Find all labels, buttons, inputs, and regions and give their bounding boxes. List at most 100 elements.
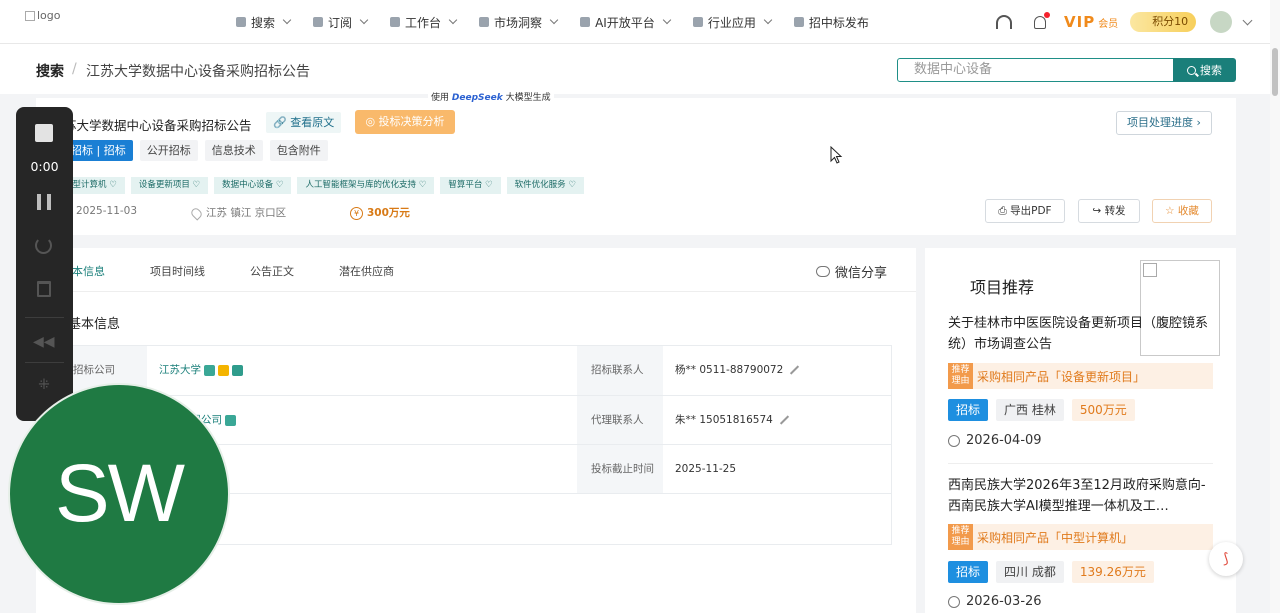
- pdf-icon[interactable]: ⟆: [1209, 542, 1243, 576]
- logo[interactable]: logo: [25, 9, 61, 22]
- chevron-down-icon: [662, 15, 672, 25]
- reason-label: 推荐理由: [948, 363, 973, 389]
- nav-item-industry[interactable]: 行业应用: [692, 14, 773, 31]
- tab-suppliers[interactable]: 潜在供应商: [339, 263, 394, 279]
- project-progress-label: 项目处理进度: [1127, 116, 1194, 129]
- recommend-item-title[interactable]: 西南民族大学2026年3至12月政府采购意向-西南民族大学AI模型推理一体机及工…: [948, 475, 1218, 517]
- avatar[interactable]: [1210, 11, 1233, 33]
- recommend-item-title[interactable]: 关于桂林市中医医院设备更新项目（腹腔镜系统）市场调查公告: [948, 313, 1218, 355]
- project-progress-button[interactable]: 项目处理进度 ›: [1116, 111, 1212, 135]
- favorite-button[interactable]: ☆ 收藏: [1152, 199, 1212, 223]
- keyword-tag[interactable]: 数据中心设备 ♡: [214, 177, 292, 194]
- cursor-icon: [830, 145, 844, 166]
- nav-item-workbench[interactable]: 工作台: [390, 14, 458, 31]
- rewind-icon[interactable]: ◀◀: [33, 335, 55, 349]
- search-button[interactable]: 搜索: [1173, 58, 1236, 82]
- value-tenderer: 江苏大学: [147, 346, 577, 395]
- wechat-share-button[interactable]: 微信分享: [816, 262, 887, 281]
- value-agency-contact: 朱** 15051816574: [663, 395, 891, 444]
- recorder-toolbar: 0:00 ◀◀ ⁜: [16, 107, 73, 421]
- deepseek-suffix: 大模型生成: [505, 93, 551, 103]
- recommend-tags: 招标 四川 成都 139.26万元: [948, 561, 1154, 583]
- search-button-label: 搜索: [1200, 64, 1222, 77]
- tag-type: 招标 | 招标: [64, 140, 133, 161]
- keyword-tag[interactable]: 设备更新项目 ♡: [130, 177, 209, 194]
- amount-tag: 500万元: [1071, 399, 1135, 421]
- nav-item-subscribe[interactable]: 订阅: [313, 14, 369, 31]
- label-deadline: 投标截止时间: [577, 444, 663, 493]
- view-original-button[interactable]: 🔗 查看原文: [266, 112, 342, 133]
- keyword-tag[interactable]: 中型计算机 ♡: [64, 177, 125, 194]
- deepseek-brand: DeepSeek: [451, 93, 503, 103]
- tenderer-link[interactable]: 江苏大学: [159, 364, 201, 376]
- keyword-tag[interactable]: 人工智能框架与库的优化支持 ♡: [297, 177, 435, 194]
- nav-item-publish[interactable]: 招中标发布: [793, 14, 869, 31]
- chevron-down-icon[interactable]: [1242, 15, 1253, 25]
- forward-label: 转发: [1104, 205, 1126, 217]
- vip-member-label[interactable]: 会员: [1098, 15, 1118, 30]
- amount-tag: 139.26万元: [1071, 561, 1154, 583]
- vip-label[interactable]: VIP: [1064, 13, 1095, 31]
- yuan-icon: ¥: [350, 206, 363, 220]
- deepseek-tip: 使用 DeepSeek 大模型生成: [428, 90, 554, 103]
- nav-item-search[interactable]: 搜索: [236, 14, 292, 31]
- tag-attachment: 包含附件: [269, 140, 328, 161]
- recommend-date: 2026-03-26: [948, 594, 1042, 609]
- tag-method: 公开招标: [139, 140, 198, 161]
- clock-icon: [948, 595, 960, 608]
- detail-tabs: 本信息 项目时间线 公告正文 潜在供应商: [36, 248, 916, 292]
- nav-item-label: 订阅: [328, 15, 353, 30]
- keyword-tags: 中型计算机 ♡ 设备更新项目 ♡ 数据中心设备 ♡ 人工智能框架与库的优化支持 …: [64, 177, 584, 194]
- breadcrumb-separator: /: [72, 61, 77, 77]
- date-text: 2026-04-09: [966, 433, 1042, 448]
- search-input[interactable]: 数据中心设备: [897, 58, 1174, 82]
- tab-timeline[interactable]: 项目时间线: [150, 263, 205, 279]
- points-badge[interactable]: 积分10: [1130, 12, 1197, 32]
- nav-item-ai-platform[interactable]: AI开放平台: [580, 14, 672, 31]
- tab-basic-info[interactable]: 本信息: [72, 263, 105, 279]
- type-tag: 招标: [948, 399, 989, 421]
- tab-notice-body[interactable]: 公告正文: [250, 263, 294, 279]
- label-agency-contact: 代理联系人: [577, 395, 663, 444]
- reason-text: 采购相同产品「设备更新项目」: [977, 369, 1146, 384]
- stop-icon[interactable]: [35, 124, 53, 142]
- chart-icon: [479, 17, 490, 27]
- divider: [25, 317, 64, 318]
- scrollbar[interactable]: [1270, 0, 1280, 613]
- breadcrumb-root[interactable]: 搜索: [36, 61, 64, 81]
- scrollbar-thumb[interactable]: [1272, 48, 1278, 96]
- top-nav: logo 搜索 订阅 工作台 市场洞察 AI开放平台 行业应用 招中标发布 VI…: [0, 0, 1270, 44]
- search-icon: [1187, 65, 1196, 75]
- section-title: 基本信息: [68, 317, 121, 332]
- bell-icon[interactable]: [1034, 11, 1050, 29]
- trash-icon[interactable]: [37, 281, 51, 297]
- budget-amount: 300万元: [367, 207, 410, 219]
- recommend-title: 项目推荐: [970, 278, 1035, 297]
- keyword-tag[interactable]: 智算平台 ♡: [440, 177, 501, 194]
- edit-icon[interactable]: [779, 415, 789, 425]
- bulb-icon: [692, 17, 703, 27]
- headset-icon[interactable]: [996, 15, 1012, 29]
- restart-icon[interactable]: [35, 237, 52, 254]
- bid-analysis-button[interactable]: ◎ 投标决策分析: [355, 110, 455, 134]
- nav-item-market[interactable]: 市场洞察: [479, 14, 559, 31]
- keyword-tag[interactable]: 软件优化服务 ♡: [506, 177, 584, 194]
- divider: [25, 362, 64, 363]
- recommend-tags: 招标 广西 桂林 500万元: [948, 399, 1135, 421]
- ai-icon: [580, 17, 591, 27]
- nav-item-label: AI开放平台: [595, 15, 655, 30]
- chevron-down-icon: [448, 15, 458, 25]
- recommend-reason: 推荐理由 采购相同产品「设备更新项目」: [948, 363, 1213, 389]
- label-tender-contact: 招标联系人: [577, 346, 663, 395]
- drag-handle-icon[interactable]: ⁜: [37, 378, 51, 392]
- edit-icon[interactable]: [790, 365, 800, 375]
- bookmark-icon: [313, 17, 324, 27]
- divider: [948, 463, 1213, 464]
- forward-button[interactable]: ↪ 转发: [1078, 199, 1140, 223]
- pause-icon[interactable]: [37, 194, 51, 210]
- deepseek-prefix: 使用: [431, 93, 450, 103]
- nav-menu: 搜索 订阅 工作台 市场洞察 AI开放平台 行业应用 招中标发布: [236, 0, 892, 44]
- chevron-down-icon: [359, 15, 369, 25]
- export-pdf-button[interactable]: ⎙ 导出PDF: [985, 199, 1065, 223]
- publish-date: 2025-11-03: [76, 205, 138, 217]
